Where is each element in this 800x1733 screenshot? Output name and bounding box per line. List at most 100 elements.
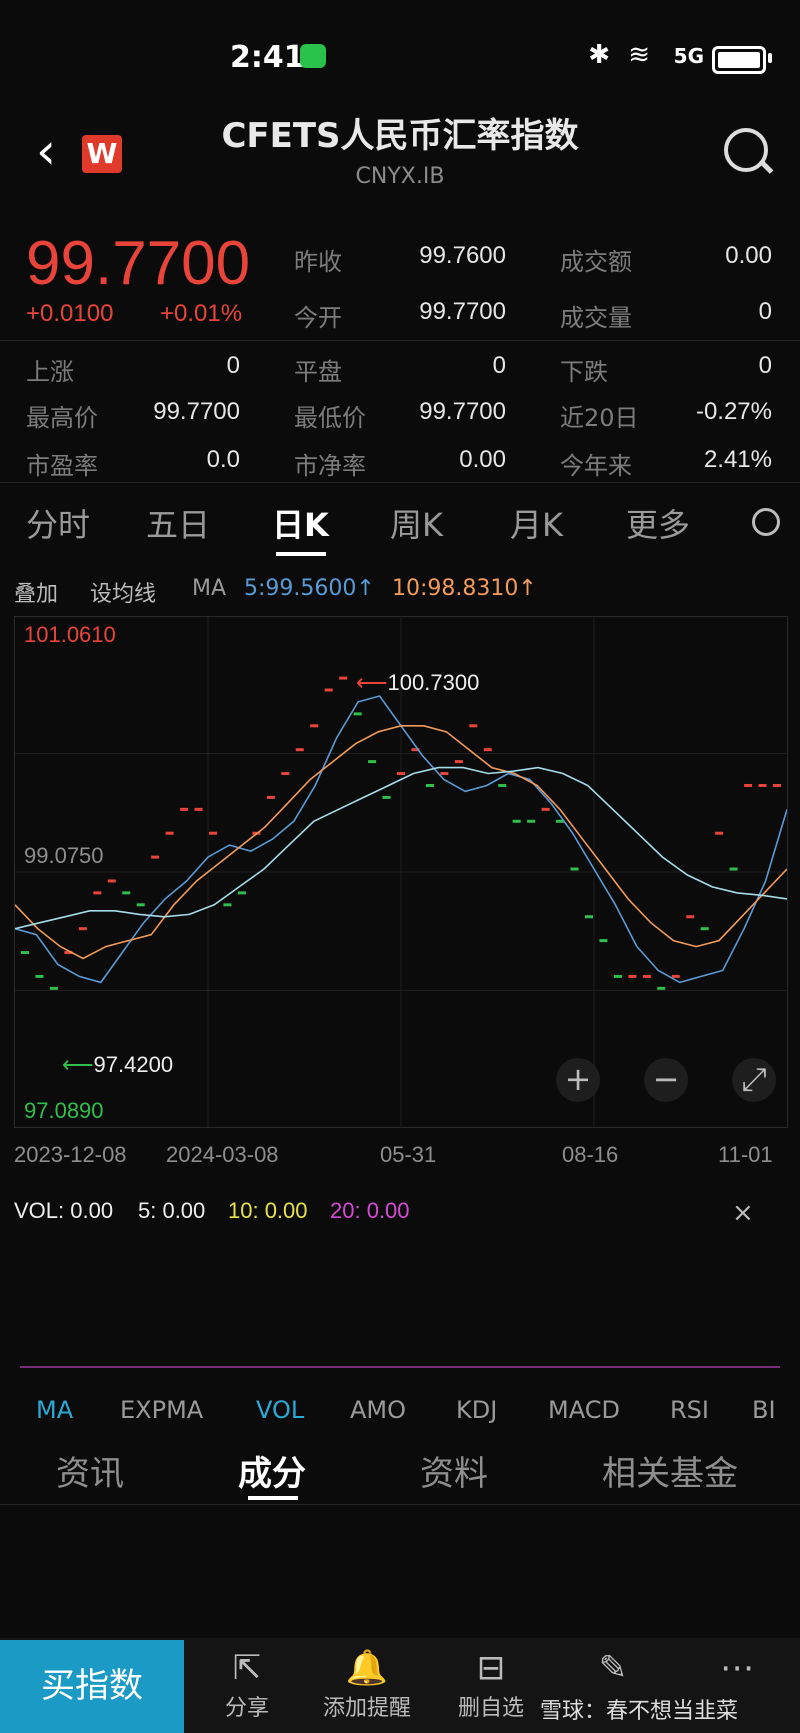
candle bbox=[440, 772, 449, 776]
period-tabs: 分时 五日 日K 周K 月K 更多 bbox=[0, 500, 800, 556]
indicator-tabs: MA EXPMA VOL AMO KDJ MACD RSI BI bbox=[0, 1396, 800, 1430]
remove-watchlist-button[interactable]: ⊟ 删自选 bbox=[436, 1640, 546, 1733]
high-marker-value: 100.7300 bbox=[387, 670, 480, 695]
vol-total: VOL: 0.00 bbox=[14, 1198, 114, 1223]
section-tabs: 资讯 成分 资料 相关基金 bbox=[0, 1446, 800, 1496]
gear-icon[interactable] bbox=[752, 508, 780, 536]
divider bbox=[0, 1504, 800, 1505]
set-ma-button[interactable]: 设均线 bbox=[90, 576, 156, 608]
candle bbox=[585, 915, 593, 919]
add-alert-button[interactable]: 🔔 添加提醒 bbox=[312, 1640, 422, 1733]
vol-20: 20: 0.00 bbox=[330, 1198, 410, 1223]
candle bbox=[209, 831, 217, 835]
wifi-icon: ≋ bbox=[628, 40, 650, 70]
candle bbox=[382, 795, 391, 799]
candle bbox=[194, 807, 203, 811]
wechat-icon bbox=[300, 44, 326, 68]
minus-box-icon: ⊟ bbox=[476, 1648, 506, 1688]
more-icon: ⋯ bbox=[720, 1648, 754, 1688]
stat-label-ytd: 今年来 bbox=[560, 452, 632, 480]
bell-icon: 🔔 bbox=[345, 1648, 389, 1688]
indicator-expma[interactable]: EXPMA bbox=[120, 1396, 203, 1424]
indicator-rsi[interactable]: RSI bbox=[670, 1396, 709, 1424]
ma-label: MA bbox=[192, 576, 227, 601]
candle bbox=[223, 903, 232, 907]
tab-monthly-k[interactable]: 月K bbox=[510, 500, 563, 546]
share-button[interactable]: ⇱ 分享 bbox=[192, 1640, 302, 1733]
candle bbox=[642, 974, 651, 978]
candle bbox=[122, 891, 131, 895]
x-tick-label: 08-16 bbox=[562, 1142, 619, 1167]
page-subtitle: CNYX.IB bbox=[355, 164, 445, 189]
candle bbox=[773, 783, 781, 787]
candle bbox=[657, 986, 666, 990]
vol-5: 5: 0.00 bbox=[138, 1198, 206, 1223]
indicator-kdj[interactable]: KDJ bbox=[456, 1396, 497, 1424]
high-marker-arrow: ⟵ bbox=[356, 670, 388, 695]
active-section-indicator bbox=[248, 1496, 298, 1500]
vol-10: 10: 0.00 bbox=[228, 1198, 308, 1223]
candle bbox=[613, 974, 622, 978]
stat-value-ytd: 2.41% bbox=[703, 446, 772, 473]
active-tab-indicator bbox=[276, 552, 326, 556]
status-time: 2:41 bbox=[230, 40, 305, 75]
stat-value-up: 0 bbox=[226, 352, 240, 379]
tab-weekly-k[interactable]: 周K bbox=[390, 500, 443, 546]
stat-value-turnover: 0.00 bbox=[725, 242, 772, 269]
indicator-macd[interactable]: MACD bbox=[548, 1396, 620, 1424]
tab-five-day[interactable]: 五日 bbox=[146, 500, 210, 546]
candle bbox=[49, 986, 58, 990]
candle bbox=[310, 724, 319, 728]
candle bbox=[628, 974, 637, 978]
candle bbox=[78, 927, 87, 931]
stat-label-up: 上涨 bbox=[26, 358, 74, 386]
section-tab-components[interactable]: 成分 bbox=[238, 1446, 306, 1495]
candle bbox=[599, 939, 608, 943]
ma10-value: 10:98.8310↑ bbox=[392, 576, 537, 601]
candle bbox=[165, 831, 174, 835]
network-indicator: 5G bbox=[673, 44, 704, 68]
stat-label-open: 今开 bbox=[294, 304, 342, 332]
stat-value-high: 99.7700 bbox=[153, 398, 240, 425]
stat-label-prev-close: 昨收 bbox=[294, 248, 342, 276]
stat-value-prev-close: 99.7600 bbox=[419, 242, 506, 269]
candle bbox=[107, 879, 116, 883]
zoom-in-button[interactable]: + bbox=[556, 1058, 600, 1102]
zoom-out-button[interactable]: − bbox=[644, 1058, 688, 1102]
expand-icon[interactable]: ⤢ bbox=[732, 1058, 776, 1102]
page-title: CFETS人民币汇率指数 bbox=[221, 116, 579, 156]
section-tab-news[interactable]: 资讯 bbox=[56, 1446, 124, 1495]
stat-label-20day: 近20日 bbox=[560, 404, 639, 432]
candle bbox=[512, 819, 521, 823]
candle bbox=[35, 974, 44, 978]
divider bbox=[0, 340, 800, 341]
indicator-amo[interactable]: AMO bbox=[350, 1396, 406, 1424]
y-axis-mid-label: 99.0750 bbox=[24, 843, 104, 868]
section-tab-profile[interactable]: 资料 bbox=[420, 1446, 488, 1495]
buy-index-button[interactable]: 买指数 bbox=[0, 1640, 184, 1733]
tab-daily-k[interactable]: 日K bbox=[272, 500, 329, 546]
vol-baseline bbox=[20, 1366, 780, 1368]
candle bbox=[93, 891, 102, 895]
x-tick-label: 11-01 bbox=[718, 1142, 773, 1167]
stat-label-low: 最低价 bbox=[294, 404, 366, 432]
overlay-button[interactable]: 叠加 bbox=[14, 576, 58, 608]
indicator-ma[interactable]: MA bbox=[36, 1396, 73, 1424]
candle bbox=[729, 867, 738, 871]
section-tab-funds[interactable]: 相关基金 bbox=[602, 1446, 738, 1495]
close-icon[interactable]: × bbox=[732, 1198, 754, 1228]
indicator-bi[interactable]: BI bbox=[752, 1396, 776, 1424]
indicator-vol[interactable]: VOL bbox=[256, 1396, 304, 1424]
stat-value-pb: 0.00 bbox=[459, 446, 506, 473]
stat-label-pe: 市盈率 bbox=[26, 452, 98, 480]
candle bbox=[281, 772, 290, 776]
tab-more[interactable]: 更多 bbox=[626, 500, 690, 546]
candle bbox=[151, 855, 160, 859]
add-alert-label: 添加提醒 bbox=[322, 1696, 411, 1721]
candle bbox=[397, 772, 405, 776]
x-tick-label: 2024-03-08 bbox=[166, 1142, 279, 1167]
stat-label-flat: 平盘 bbox=[294, 358, 342, 386]
divider bbox=[0, 482, 800, 483]
stat-label-volume: 成交量 bbox=[560, 304, 632, 332]
tab-intraday[interactable]: 分时 bbox=[26, 500, 90, 546]
